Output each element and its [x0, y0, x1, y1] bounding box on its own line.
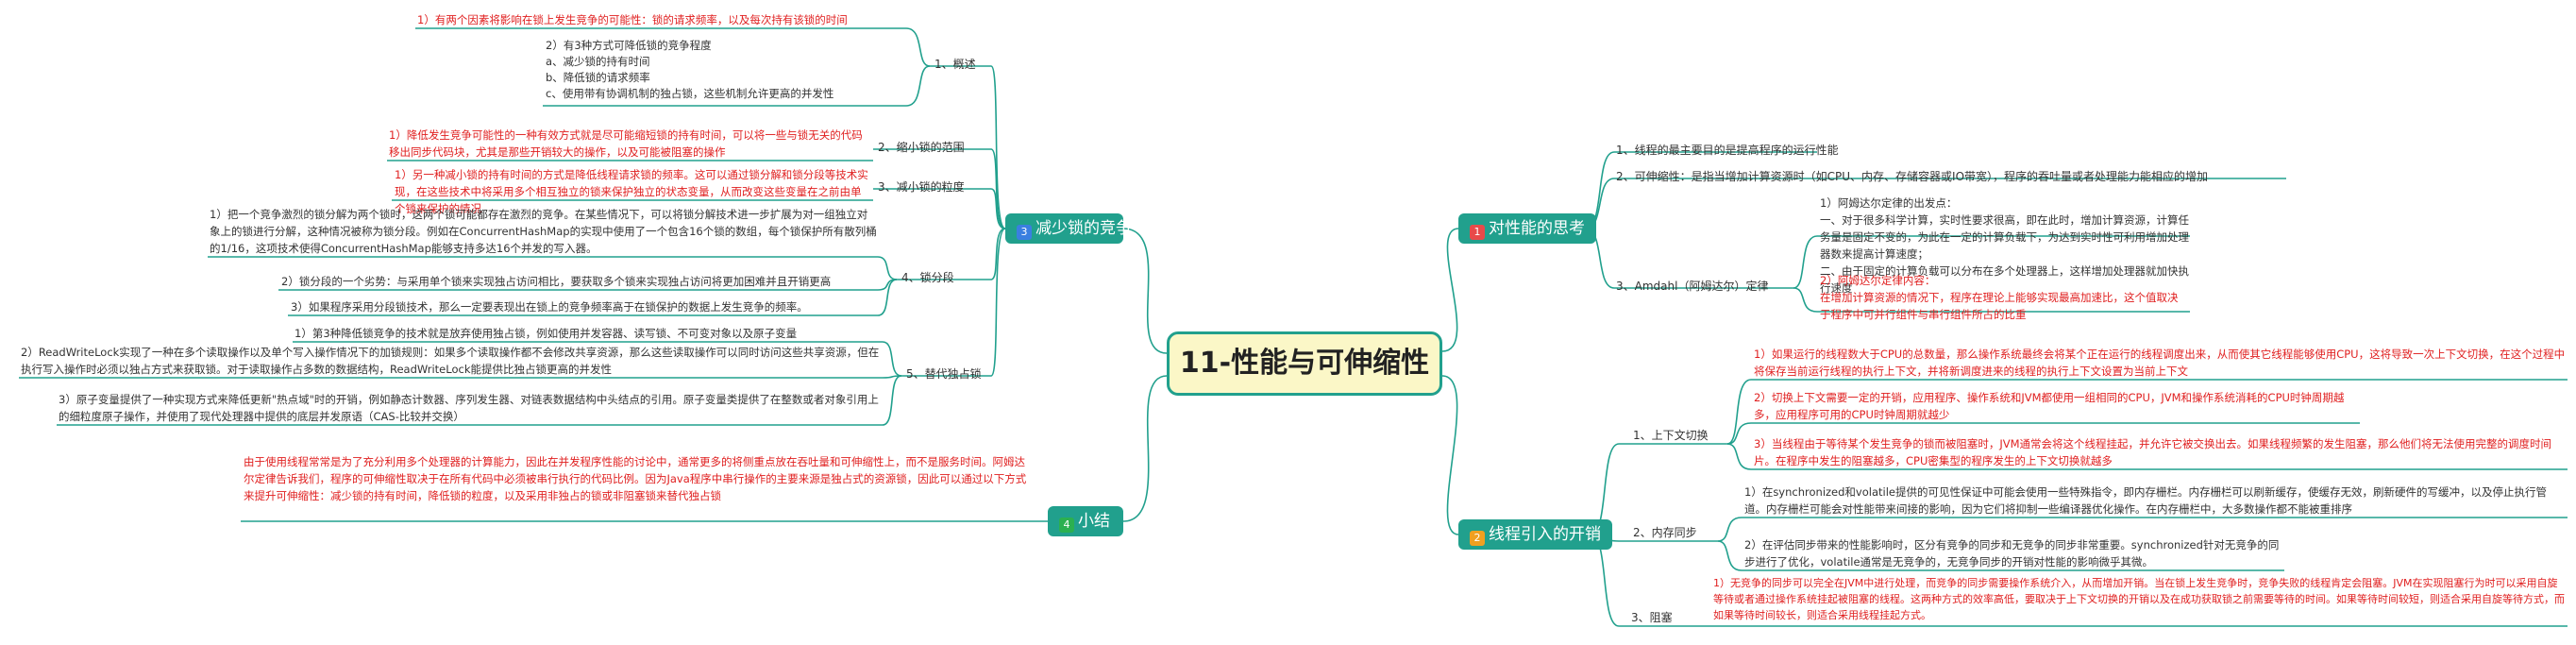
branch-4-label: 小结	[1078, 512, 1110, 531]
b3-seg-3[interactable]: 3）如果程序采用分段锁技术，那么一定要表现出在锁上的竞争频率高于在锁保护的数据上…	[291, 298, 878, 315]
b2-item-context-switch[interactable]: 1、上下文切换	[1633, 428, 1709, 443]
b3-seg-2[interactable]: 2）锁分段的一个劣势：与采用单个锁来实现独占访问相比，要获取多个锁来实现独占访问…	[281, 273, 878, 290]
b1-item-2[interactable]: 2、可伸缩性：是指当增加计算资源时（如CPU、内存、存储容器或IO带宽），程序的…	[1616, 169, 2208, 184]
b3-item-lock-striping[interactable]: 4、锁分段	[901, 270, 954, 285]
b2-ctx-2[interactable]: 2）切换上下文需要一定的开销，应用程序、操作系统和JVM都使用一组相同的CPU，…	[1754, 389, 2358, 423]
badge-3: 3	[1017, 225, 1032, 240]
b3-item-overview[interactable]: 1、概述	[934, 57, 976, 72]
b2-item-memory-sync[interactable]: 2、内存同步	[1633, 525, 1697, 540]
b3-item-narrow-scope[interactable]: 2、缩小锁的范围	[878, 140, 965, 155]
b3-alt-2[interactable]: 2）ReadWriteLock实现了一种在多个读取操作以及单个写入操作情况下的加…	[21, 344, 882, 378]
b3-seg-1[interactable]: 1）把一个竞争激烈的锁分解为两个锁时，这两个锁可能都存在激烈的竞争。在某些情况下…	[210, 206, 878, 257]
b1-amdahl-2[interactable]: 2）阿姆达尔定律内容： 在增加计算资源的情况下，程序在理论上能够实现最高加速比，…	[1820, 272, 2188, 323]
b2-mem-2[interactable]: 2）在评估同步带来的性能影响时，区分有竞争的同步和无竞争的同步非常重要。sync…	[1744, 536, 2284, 570]
branch-3-label: 减少锁的竞争	[1035, 219, 1132, 238]
central-topic[interactable]: 11-性能与可伸缩性	[1167, 331, 1442, 396]
b2-mem-1[interactable]: 1）在synchronized和volatile提供的可见性保证中可能会使用一些…	[1744, 484, 2568, 518]
badge-2: 2	[1470, 531, 1485, 546]
b3-item-alt-exclusive-lock[interactable]: 5、替代独占锁	[906, 366, 982, 382]
branch-1-performance[interactable]: 1 对性能的思考	[1458, 213, 1596, 244]
b1-item-3[interactable]: 3、Amdahl（阿姆达尔）定律	[1616, 279, 1768, 294]
b3-alt-3[interactable]: 3）原子变量提供了一种实现方式来降低更新"热点域"时的开销，例如静态计数器、序列…	[59, 391, 880, 425]
b3-scope-1[interactable]: 1）降低发生竞争可能性的一种有效方式就是尽可能缩短锁的持有时间，可以将一些与锁无…	[389, 127, 870, 161]
b4-summary-text[interactable]: 由于使用线程常常是为了充分利用多个处理器的计算能力，因此在并发程序性能的讨论中，…	[244, 453, 1027, 504]
wire-center-b2	[1441, 375, 1459, 535]
b1-item-1[interactable]: 1、线程的最主要目的是提高程序的运行性能	[1616, 143, 1839, 158]
branch-2-label: 线程引入的开销	[1489, 525, 1601, 544]
b3-ov-1[interactable]: 1）有两个因素将影响在锁上发生竞争的可能性：锁的请求频率，以及每次持有该锁的时间	[417, 11, 906, 28]
badge-1: 1	[1470, 225, 1485, 240]
b3-item-reduce-granularity[interactable]: 3、减小锁的粒度	[878, 179, 965, 195]
branch-2-overhead[interactable]: 2 线程引入的开销	[1458, 519, 1612, 550]
branch-1-label: 对性能的思考	[1489, 219, 1585, 238]
wire-center-b3	[1122, 228, 1168, 354]
badge-4: 4	[1059, 518, 1074, 533]
branch-4-summary[interactable]: 4 小结	[1048, 506, 1123, 536]
b2-item-blocking[interactable]: 3、阻塞	[1631, 610, 1673, 625]
b3-alt-1[interactable]: 1）第3种降低锁竞争的技术就是放弃使用独占锁，例如使用并发容器、读写锁、不可变对…	[295, 325, 882, 342]
b2-block-1[interactable]: 1）无竞争的同步可以完全在JVM中进行处理，而竞争的同步需要操作系统介入，从而增…	[1713, 575, 2568, 623]
b2-ctx-3[interactable]: 3）当线程由于等待某个发生竞争的锁而被阻塞时，JVM通常会将这个线程挂起，并允许…	[1754, 435, 2568, 469]
b2-ctx-1[interactable]: 1）如果运行的线程数大于CPU的总数量，那么操作系统最终会将某个正在运行的线程调…	[1754, 346, 2568, 380]
wire-center-b1	[1441, 228, 1459, 352]
branch-3-reduce-lock-contention[interactable]: 3 减少锁的竞争	[1005, 213, 1132, 244]
wire-center-b4	[1122, 375, 1168, 522]
b3-ov-2[interactable]: 2）有3种方式可降低锁的竞争程度 a、减少锁的持有时间 b、降低锁的请求频率 c…	[546, 38, 906, 102]
